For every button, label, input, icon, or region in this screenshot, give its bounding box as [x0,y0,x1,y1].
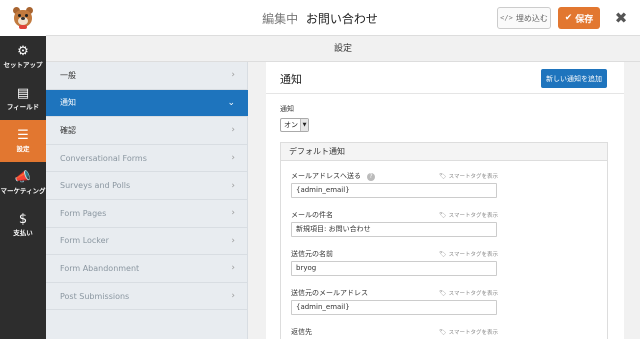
notifications-toggle-label: 通知 [280,105,294,113]
section-header: 設定 [46,36,640,62]
field-label-from-name: 送信元の名前 [291,250,333,258]
top-bar: 編集中 お問い合わせ </> 埋め込む ✔ 保存 ✖ [0,0,640,36]
panel-item-surveys-polls[interactable]: Surveys and Polls › [46,172,248,200]
chevron-right-icon: › [231,208,235,219]
embed-button-label: 埋め込む [515,13,548,23]
panel-item-label: Post Submissions [60,291,130,301]
tag-icon: 🏷 [439,329,447,336]
gear-icon: ⚙ [17,44,29,59]
sidebar-item-label: 支払い [13,229,33,237]
field-label-send-to: メールアドレスへ送る? [291,171,375,181]
sidebar-item-fields[interactable]: ▤ フィールド [0,78,46,120]
sidebar-item-label: 設定 [16,145,30,153]
wpforms-logo [0,0,46,36]
smart-tag-toggle[interactable]: 🏷 スマートタグを表示 [439,211,498,219]
smart-tag-label: スマートタグを表示 [448,330,498,336]
tag-icon: 🏷 [439,251,447,258]
smart-tag-label: スマートタグを表示 [448,174,498,180]
panel-item-conversational-forms[interactable]: Conversational Forms › [46,145,248,173]
panel-item-label: Conversational Forms [60,153,147,163]
panel-item-form-locker[interactable]: Form Locker › [46,228,248,256]
code-icon: </> [500,14,513,22]
panel-item-notifications[interactable]: 通知 ⌄ [46,89,248,118]
sidebar-item-label: セットアップ [3,61,43,69]
tag-icon: 🏷 [439,173,447,180]
panel-item-label: 一般 [60,70,76,80]
smart-tag-label: スマートタグを表示 [448,213,498,219]
sidebar-item-settings[interactable]: ☰ 設定 [0,120,46,162]
send-to-email-input[interactable]: {admin_email} [291,183,497,198]
close-icon[interactable]: ✖ [611,8,631,28]
panel-item-label: Form Locker [60,236,109,246]
smart-tag-label: スマートタグを表示 [448,291,498,297]
field-label-reply-to: 返信先 [291,328,312,336]
checkmark-icon: ✔ [564,13,573,23]
dropdown-arrow-icon: ▼ [300,119,308,131]
bear-mascot-icon [12,7,34,29]
help-icon[interactable]: ? [367,173,375,181]
save-button[interactable]: ✔ 保存 [558,7,600,29]
panel-title: 通知 [280,73,302,86]
settings-subpanel: 一般 › 通知 ⌄ 確認 › Conversational Forms › Su… [46,62,248,339]
notifications-select-value: オン [284,121,298,129]
chevron-right-icon: › [231,235,235,246]
panel-item-label: 通知 [60,98,76,108]
tag-icon: 🏷 [439,212,447,219]
from-name-input[interactable]: bryog [291,261,497,276]
chevron-right-icon: › [231,263,235,274]
field-label-from-email: 送信元のメールアドレス [291,289,368,297]
smart-tag-toggle[interactable]: 🏷 スマートタグを表示 [439,328,498,336]
chevron-right-icon: › [231,291,235,302]
field-label-text: メールアドレスへ送る [291,172,361,180]
sidebar-item-payments[interactable]: $ 支払い [0,204,46,246]
notifications-panel: 通知 新しい通知を追加 通知 オン ▼ デフォルト通知 メールアドレスへ送る? … [266,62,624,339]
builder-sidebar: ⚙ セットアップ ▤ フィールド ☰ 設定 📣 マーケティング $ 支払い [0,36,46,339]
embed-button[interactable]: </> 埋め込む [497,7,551,29]
panel-item-form-pages[interactable]: Form Pages › [46,200,248,228]
save-button-label: 保存 [575,14,594,25]
panel-item-label: Surveys and Polls [60,181,131,191]
smart-tag-toggle[interactable]: 🏷 スマートタグを表示 [439,250,498,258]
panel-item-general[interactable]: 一般 › [46,62,248,90]
smart-tag-toggle[interactable]: 🏷 スマートタグを表示 [439,172,498,180]
email-subject-input[interactable]: 新規項目: お問い合わせ [291,222,497,237]
sliders-icon: ☰ [17,128,29,143]
chevron-down-icon: ⌄ [227,97,235,108]
form-name: お問い合わせ [305,12,378,26]
fields-list-icon: ▤ [16,86,30,101]
default-notification-box: デフォルト通知 メールアドレスへ送る? 🏷 スマートタグを表示 {admin_em… [280,142,608,339]
panel-item-confirmations[interactable]: 確認 › [46,117,248,145]
field-label-subject: メールの件名 [291,211,333,219]
from-email-input[interactable]: {admin_email} [291,300,497,315]
megaphone-icon: 📣 [14,170,32,185]
tag-icon: 🏷 [439,290,447,297]
panel-item-form-abandonment[interactable]: Form Abandonment › [46,255,248,283]
chevron-right-icon: › [231,153,235,164]
notifications-select[interactable]: オン ▼ [280,118,309,132]
chevron-right-icon: › [231,70,235,81]
panel-item-label: Form Pages [60,208,107,218]
chevron-right-icon: › [231,180,235,191]
chevron-right-icon: › [231,125,235,136]
editing-label: 編集中 [262,12,299,26]
smart-tag-toggle[interactable]: 🏷 スマートタグを表示 [439,289,498,297]
panel-item-label: Form Abandonment [60,263,140,273]
panel-item-post-submissions[interactable]: Post Submissions › [46,283,248,311]
panel-item-label: 確認 [60,125,76,135]
sidebar-item-label: マーケティング [0,187,46,195]
panel-header: 通知 新しい通知を追加 [266,62,624,94]
add-notification-button[interactable]: 新しい通知を追加 [541,69,607,88]
dollar-icon: $ [18,212,28,227]
sidebar-item-label: フィールド [6,103,40,111]
sidebar-item-marketing[interactable]: 📣 マーケティング [0,162,46,204]
smart-tag-label: スマートタグを表示 [448,252,498,258]
sidebar-item-setup[interactable]: ⚙ セットアップ [0,36,46,78]
notification-box-title: デフォルト通知 [281,143,607,161]
